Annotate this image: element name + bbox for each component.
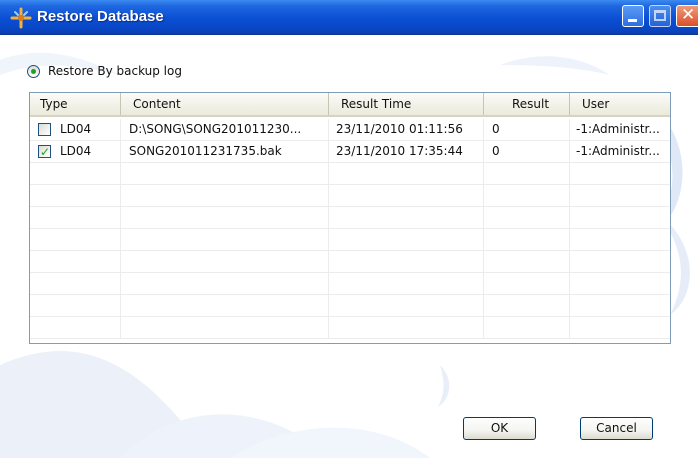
empty-row [30,251,670,273]
empty-cell [329,229,484,250]
empty-cell [30,229,121,250]
empty-cell [30,273,121,294]
cancel-button[interactable]: Cancel [580,417,653,440]
empty-cell [484,251,570,272]
empty-cell [329,207,484,228]
dialog-body: Restore By backup log Type Content Resul… [0,35,698,458]
empty-cell [121,295,329,316]
empty-row [30,317,670,339]
empty-cell [329,251,484,272]
restore-database-window: Restore Database ✕ Restore By backup log [0,0,698,458]
restore-by-backup-log-radio[interactable] [27,64,40,78]
row-checkbox[interactable]: ✓ [38,145,51,159]
empty-cell [30,185,121,206]
empty-cell [484,163,570,184]
empty-cell [121,229,329,250]
empty-row [30,229,670,251]
table-row[interactable]: LD04 D:\SONG\SONG201011230... 23/11/2010… [30,119,670,141]
empty-cell [121,251,329,272]
empty-cell [329,273,484,294]
empty-row [30,273,670,295]
empty-cell [121,273,329,294]
empty-cell [484,185,570,206]
restore-by-backup-log-label: Restore By backup log [48,64,182,78]
column-header-type[interactable]: Type [30,93,121,115]
type-cell: LD04 [30,119,121,140]
content-cell: SONG201011231735.bak [121,141,329,162]
empty-cell [484,229,570,250]
empty-cell [121,185,329,206]
maximize-icon [654,10,666,21]
empty-cell [30,295,121,316]
empty-cell [30,251,121,272]
window-title: Restore Database [37,8,164,25]
empty-cell [484,317,570,338]
empty-cell [484,295,570,316]
title-bar[interactable]: Restore Database ✕ [0,0,698,35]
table-row[interactable]: ✓ LD04 SONG201011231735.bak 23/11/2010 1… [30,141,670,163]
empty-cell [329,295,484,316]
minimize-button[interactable] [622,5,644,27]
result-time-cell: 23/11/2010 17:35:44 [329,141,484,162]
column-header-result-time[interactable]: Result Time [329,93,484,115]
type-value: LD04 [60,122,92,136]
empty-cell [329,163,484,184]
type-cell: ✓ LD04 [30,141,121,162]
row-checkbox[interactable] [38,123,51,136]
restore-by-backup-log-option[interactable]: Restore By backup log [27,62,182,80]
result-cell: 0 [484,119,570,140]
column-header-result[interactable]: Result [484,93,570,115]
result-time-cell: 23/11/2010 01:11:56 [329,119,484,140]
empty-cell [30,207,121,228]
empty-cell [121,317,329,338]
checkmark-icon: ✓ [40,145,51,159]
empty-cell [30,163,121,184]
empty-cell [30,317,121,338]
ok-button[interactable]: OK [463,417,536,440]
user-cell: -1:Administr... [576,144,660,158]
content-cell: D:\SONG\SONG201011230... [121,119,329,140]
minimize-icon [628,19,637,22]
close-icon: ✕ [681,5,696,25]
empty-cell [484,207,570,228]
empty-row [30,207,670,229]
empty-row [30,295,670,317]
result-cell: 0 [484,141,570,162]
empty-cell [329,317,484,338]
backup-log-grid[interactable]: Type Content Result Time Result User LD0… [29,92,671,344]
column-header-content[interactable]: Content [121,93,329,115]
empty-row [30,163,670,185]
restore-database-icon [10,7,32,29]
empty-cell [329,185,484,206]
user-cell: -1:Administr... [576,122,660,136]
grid-header: Type Content Result Time Result User [30,93,670,117]
type-value: LD04 [60,144,92,158]
radio-selected-dot [31,68,36,74]
maximize-button[interactable] [649,5,671,27]
empty-row [30,185,670,207]
close-button[interactable]: ✕ [676,5,698,27]
empty-cell [484,273,570,294]
empty-cell [121,163,329,184]
column-header-user[interactable]: User [570,93,670,115]
empty-cell [121,207,329,228]
